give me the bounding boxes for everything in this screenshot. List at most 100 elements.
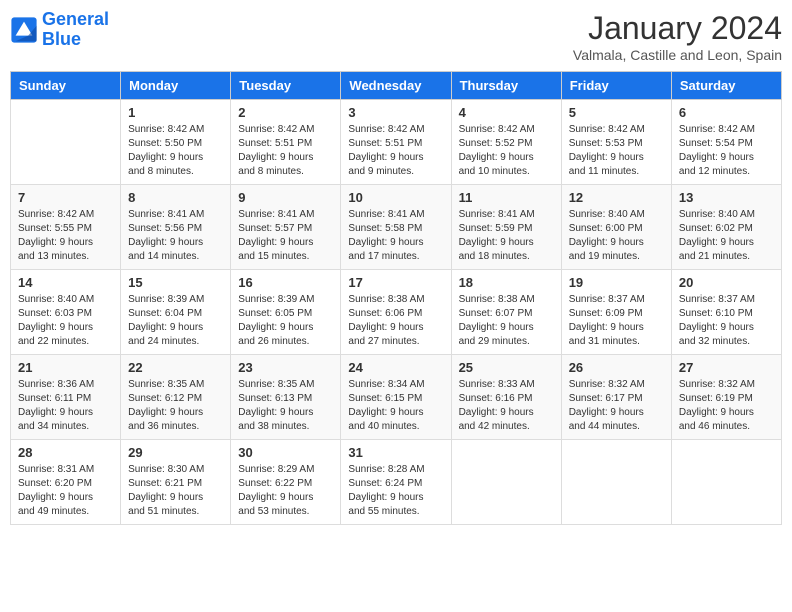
- day-info: Sunrise: 8:37 AM Sunset: 6:09 PM Dayligh…: [569, 293, 664, 349]
- day-info: Sunrise: 8:42 AM Sunset: 5:55 PM Dayligh…: [18, 208, 113, 264]
- day-number: 16: [238, 275, 333, 290]
- day-info: Sunrise: 8:42 AM Sunset: 5:51 PM Dayligh…: [238, 123, 333, 179]
- day-info: Sunrise: 8:40 AM Sunset: 6:00 PM Dayligh…: [569, 208, 664, 264]
- day-number: 13: [679, 190, 774, 205]
- day-number: 15: [128, 275, 223, 290]
- day-number: 18: [459, 275, 554, 290]
- logo: General Blue: [10, 10, 109, 50]
- header-saturday: Saturday: [671, 72, 781, 100]
- calendar-cell: 3 Sunrise: 8:42 AM Sunset: 5:51 PM Daylig…: [341, 100, 451, 185]
- calendar-cell: 9Sunrise: 8:41 AM Sunset: 5:57 PM Daylig…: [231, 185, 341, 270]
- day-number: 10: [348, 190, 443, 205]
- day-number: 25: [459, 360, 554, 375]
- day-number: 8: [128, 190, 223, 205]
- day-info: Sunrise: 8:37 AM Sunset: 6:10 PM Dayligh…: [679, 293, 774, 349]
- calendar-cell: 1 Sunrise: 8:42 AM Sunset: 5:50 PM Daylig…: [121, 100, 231, 185]
- day-number: 28: [18, 445, 113, 460]
- calendar-week-row: 28Sunrise: 8:31 AM Sunset: 6:20 PM Dayli…: [11, 440, 782, 525]
- calendar-cell: 7 Sunrise: 8:42 AM Sunset: 5:55 PM Daylig…: [11, 185, 121, 270]
- day-number: 17: [348, 275, 443, 290]
- calendar-cell: 20 Sunrise: 8:37 AM Sunset: 6:10 PM Dayli…: [671, 270, 781, 355]
- day-info: Sunrise: 8:42 AM Sunset: 5:50 PM Dayligh…: [128, 123, 223, 179]
- calendar-cell: 12 Sunrise: 8:40 AM Sunset: 6:00 PM Dayli…: [561, 185, 671, 270]
- calendar-cell: 4 Sunrise: 8:42 AM Sunset: 5:52 PM Daylig…: [451, 100, 561, 185]
- calendar-week-row: 7 Sunrise: 8:42 AM Sunset: 5:55 PM Daylig…: [11, 185, 782, 270]
- day-number: 26: [569, 360, 664, 375]
- day-number: 12: [569, 190, 664, 205]
- calendar-cell: 29 Sunrise: 8:30 AM Sunset: 6:21 PM Dayli…: [121, 440, 231, 525]
- day-info: Sunrise: 8:42 AM Sunset: 5:51 PM Dayligh…: [348, 123, 443, 179]
- day-info: Sunrise: 8:34 AM Sunset: 6:15 PM Dayligh…: [348, 378, 443, 434]
- header-tuesday: Tuesday: [231, 72, 341, 100]
- calendar-cell: 21Sunrise: 8:36 AM Sunset: 6:11 PM Dayli…: [11, 355, 121, 440]
- day-info: Sunrise: 8:39 AM Sunset: 6:04 PM Dayligh…: [128, 293, 223, 349]
- day-info: Sunrise: 8:29 AM Sunset: 6:22 PM Dayligh…: [238, 463, 333, 519]
- day-number: 6: [679, 105, 774, 120]
- calendar-cell: 24 Sunrise: 8:34 AM Sunset: 6:15 PM Dayli…: [341, 355, 451, 440]
- calendar-body: 1 Sunrise: 8:42 AM Sunset: 5:50 PM Daylig…: [11, 100, 782, 525]
- calendar-cell: 31Sunrise: 8:28 AM Sunset: 6:24 PM Dayli…: [341, 440, 451, 525]
- title-block: January 2024 Valmala, Castille and Leon,…: [573, 10, 782, 63]
- day-number: 30: [238, 445, 333, 460]
- day-number: 29: [128, 445, 223, 460]
- logo-line1: General: [42, 9, 109, 29]
- calendar-cell: 14Sunrise: 8:40 AM Sunset: 6:03 PM Dayli…: [11, 270, 121, 355]
- calendar-cell: 30 Sunrise: 8:29 AM Sunset: 6:22 PM Dayli…: [231, 440, 341, 525]
- calendar-week-row: 14Sunrise: 8:40 AM Sunset: 6:03 PM Dayli…: [11, 270, 782, 355]
- day-number: 3: [348, 105, 443, 120]
- day-number: 22: [128, 360, 223, 375]
- day-number: 31: [348, 445, 443, 460]
- calendar-cell: [11, 100, 121, 185]
- day-info: Sunrise: 8:41 AM Sunset: 5:56 PM Dayligh…: [128, 208, 223, 264]
- day-number: 23: [238, 360, 333, 375]
- header-thursday: Thursday: [451, 72, 561, 100]
- day-info: Sunrise: 8:40 AM Sunset: 6:03 PM Dayligh…: [18, 293, 113, 349]
- day-number: 20: [679, 275, 774, 290]
- calendar-header: SundayMondayTuesdayWednesdayThursdayFrid…: [11, 72, 782, 100]
- day-info: Sunrise: 8:30 AM Sunset: 6:21 PM Dayligh…: [128, 463, 223, 519]
- day-info: Sunrise: 8:42 AM Sunset: 5:53 PM Dayligh…: [569, 123, 664, 179]
- day-number: 2: [238, 105, 333, 120]
- calendar-cell: [451, 440, 561, 525]
- day-number: 4: [459, 105, 554, 120]
- header-monday: Monday: [121, 72, 231, 100]
- day-info: Sunrise: 8:32 AM Sunset: 6:17 PM Dayligh…: [569, 378, 664, 434]
- calendar-cell: 17 Sunrise: 8:38 AM Sunset: 6:06 PM Dayli…: [341, 270, 451, 355]
- calendar-cell: 18Sunrise: 8:38 AM Sunset: 6:07 PM Dayli…: [451, 270, 561, 355]
- logo-line2: Blue: [42, 30, 109, 50]
- calendar-cell: 22 Sunrise: 8:35 AM Sunset: 6:12 PM Dayli…: [121, 355, 231, 440]
- day-number: 7: [18, 190, 113, 205]
- day-number: 1: [128, 105, 223, 120]
- calendar-cell: 25 Sunrise: 8:33 AM Sunset: 6:16 PM Dayli…: [451, 355, 561, 440]
- day-info: Sunrise: 8:35 AM Sunset: 6:12 PM Dayligh…: [128, 378, 223, 434]
- day-info: Sunrise: 8:41 AM Sunset: 5:58 PM Dayligh…: [348, 208, 443, 264]
- day-number: 27: [679, 360, 774, 375]
- day-info: Sunrise: 8:33 AM Sunset: 6:16 PM Dayligh…: [459, 378, 554, 434]
- calendar-cell: 10 Sunrise: 8:41 AM Sunset: 5:58 PM Dayli…: [341, 185, 451, 270]
- calendar-cell: 19 Sunrise: 8:37 AM Sunset: 6:09 PM Dayli…: [561, 270, 671, 355]
- day-number: 19: [569, 275, 664, 290]
- day-info: Sunrise: 8:41 AM Sunset: 5:57 PM Dayligh…: [238, 208, 333, 264]
- day-info: Sunrise: 8:38 AM Sunset: 6:06 PM Dayligh…: [348, 293, 443, 349]
- day-info: Sunrise: 8:41 AM Sunset: 5:59 PM Dayligh…: [459, 208, 554, 264]
- calendar-cell: 26 Sunrise: 8:32 AM Sunset: 6:17 PM Dayli…: [561, 355, 671, 440]
- calendar-cell: 2 Sunrise: 8:42 AM Sunset: 5:51 PM Daylig…: [231, 100, 341, 185]
- calendar-cell: [671, 440, 781, 525]
- day-number: 24: [348, 360, 443, 375]
- calendar-table: SundayMondayTuesdayWednesdayThursdayFrid…: [10, 71, 782, 525]
- calendar-cell: 15 Sunrise: 8:39 AM Sunset: 6:04 PM Dayli…: [121, 270, 231, 355]
- header-wednesday: Wednesday: [341, 72, 451, 100]
- day-number: 11: [459, 190, 554, 205]
- day-number: 21: [18, 360, 113, 375]
- calendar-cell: 27 Sunrise: 8:32 AM Sunset: 6:19 PM Dayli…: [671, 355, 781, 440]
- header-friday: Friday: [561, 72, 671, 100]
- day-info: Sunrise: 8:32 AM Sunset: 6:19 PM Dayligh…: [679, 378, 774, 434]
- day-info: Sunrise: 8:42 AM Sunset: 5:52 PM Dayligh…: [459, 123, 554, 179]
- header-row: SundayMondayTuesdayWednesdayThursdayFrid…: [11, 72, 782, 100]
- day-number: 5: [569, 105, 664, 120]
- calendar-cell: 5 Sunrise: 8:42 AM Sunset: 5:53 PM Daylig…: [561, 100, 671, 185]
- header-sunday: Sunday: [11, 72, 121, 100]
- calendar-cell: 6Sunrise: 8:42 AM Sunset: 5:54 PM Daylig…: [671, 100, 781, 185]
- page-header: General Blue January 2024 Valmala, Casti…: [10, 10, 782, 63]
- logo-text: General Blue: [42, 10, 109, 50]
